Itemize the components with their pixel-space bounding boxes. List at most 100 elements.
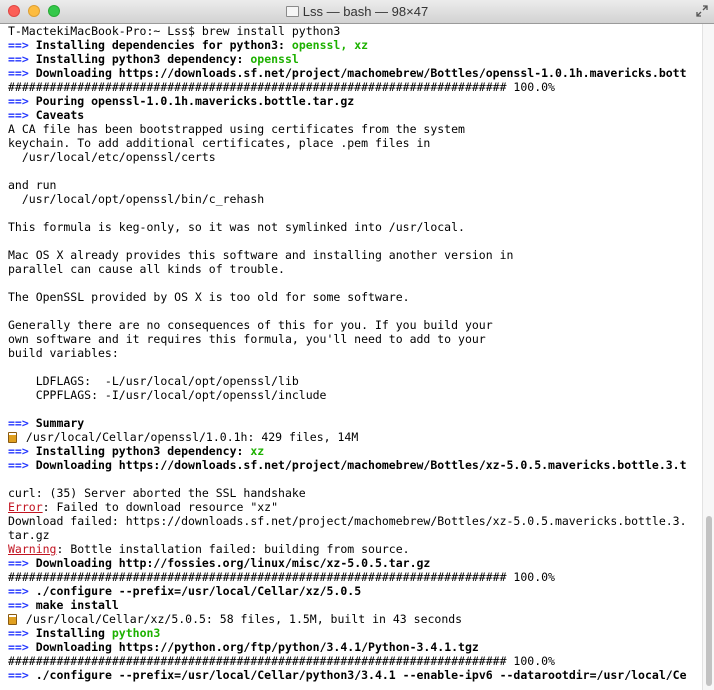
terminal-line: Download failed: https://downloads.sf.ne… xyxy=(8,514,702,528)
line-text: Installing python3 dependency: xyxy=(28,444,251,458)
terminal-output[interactable]: T-MactekiMacBook-Pro:~ Lss$ brew install… xyxy=(0,24,702,690)
line-text: ########################################… xyxy=(8,80,555,94)
beer-mug-icon xyxy=(8,432,17,443)
line-text: Summary xyxy=(28,416,85,430)
line-text: own software and it requires this formul… xyxy=(8,332,486,346)
terminal-line: ==> Installing python3 xyxy=(8,626,702,640)
terminal-line: ########################################… xyxy=(8,654,702,668)
prompt-arrow: ==> xyxy=(8,444,29,458)
prompt-arrow: ==> xyxy=(8,38,29,52)
line-text: tar.gz xyxy=(8,528,50,542)
line-text: openssl, xz xyxy=(291,38,369,52)
terminal-line: ==> Installing dependencies for python3:… xyxy=(8,38,702,52)
terminal-line: curl: (35) Server aborted the SSL handsh… xyxy=(8,486,702,500)
line-text: : Failed to download resource "xz" xyxy=(42,500,279,514)
terminal-line: ==> Downloading https://downloads.sf.net… xyxy=(8,66,702,80)
line-text: ########################################… xyxy=(8,654,555,668)
line-text: keychain. To add additional certificates… xyxy=(8,136,431,150)
terminal-line: build variables: xyxy=(8,346,702,360)
line-text: Mac OS X already provides this software … xyxy=(8,248,514,262)
prompt-arrow: ==> xyxy=(8,584,29,598)
line-text: The OpenSSL provided by OS X is too old … xyxy=(8,290,410,304)
line-text: and run xyxy=(8,178,57,192)
line-text: parallel can cause all kinds of trouble. xyxy=(8,262,285,276)
terminal-line: ########################################… xyxy=(8,570,702,584)
line-text: A CA file has been bootstrapped using ce… xyxy=(8,122,465,136)
prompt-arrow: ==> xyxy=(8,458,29,472)
prompt-arrow: ==> xyxy=(8,598,29,612)
terminal-line: A CA file has been bootstrapped using ce… xyxy=(8,122,702,136)
terminal-line: ==> Downloading http://fossies.org/linux… xyxy=(8,556,702,570)
terminal-line: tar.gz xyxy=(8,528,702,542)
line-text: Downloading https://downloads.sf.net/pro… xyxy=(28,66,687,80)
prompt-arrow: ==> xyxy=(8,66,29,80)
line-text: /usr/local/Cellar/xz/5.0.5: 58 files, 1.… xyxy=(19,612,463,626)
terminal-line: ==> ./configure --prefix=/usr/local/Cell… xyxy=(8,668,702,682)
window-title: Lss — bash — 98×47 xyxy=(0,4,714,19)
terminal-line: and run xyxy=(8,178,702,192)
terminal-line: ==> Installing python3 dependency: xz xyxy=(8,444,702,458)
line-text: ./configure --prefix=/usr/local/Cellar/x… xyxy=(28,584,362,598)
line-text: ./configure --prefix=/usr/local/Cellar/p… xyxy=(28,668,687,682)
error-label: Error xyxy=(8,500,43,514)
line-text: make install xyxy=(28,598,119,612)
terminal-line: ==> Downloading https://downloads.sf.net… xyxy=(8,458,702,472)
terminal-line: ########################################… xyxy=(8,80,702,94)
terminal-line: own software and it requires this formul… xyxy=(8,332,702,346)
terminal-line: ==> Pouring openssl-1.0.1h.mavericks.bot… xyxy=(8,94,702,108)
terminal-line: /usr/local/etc/openssl/certs xyxy=(8,150,702,164)
terminal-line: T-MactekiMacBook-Pro:~ Lss$ brew install… xyxy=(8,24,702,38)
line-text: curl: (35) Server aborted the SSL handsh… xyxy=(8,486,306,500)
line-text: Downloading https://downloads.sf.net/pro… xyxy=(28,458,687,472)
line-text: Download failed: https://downloads.sf.ne… xyxy=(8,514,687,528)
line-text: Downloading http://fossies.org/linux/mis… xyxy=(28,556,431,570)
terminal-line: /usr/local/Cellar/xz/5.0.5: 58 files, 1.… xyxy=(8,612,702,626)
line-text: /usr/local/etc/openssl/certs xyxy=(8,150,216,164)
terminal-line: Warning: Bottle installation failed: bui… xyxy=(8,542,702,556)
line-text: LDFLAGS: -L/usr/local/opt/openssl/lib xyxy=(8,374,299,388)
terminal-line: ==> Downloading https://python.org/ftp/p… xyxy=(8,640,702,654)
prompt-arrow: ==> xyxy=(8,556,29,570)
vertical-scrollbar[interactable] xyxy=(702,24,714,690)
home-folder-icon xyxy=(285,6,299,17)
terminal-window: Lss — bash — 98×47 T-MactekiMacBook-Pro:… xyxy=(0,0,714,690)
line-text: Installing python3 dependency: xyxy=(28,52,251,66)
line-text: Installing dependencies for python3: xyxy=(28,38,292,52)
title-bar[interactable]: Lss — bash — 98×47 xyxy=(0,0,714,24)
terminal-line: ==> Summary xyxy=(8,416,702,430)
line-text: : Bottle installation failed: building f… xyxy=(56,542,410,556)
prompt-arrow: ==> xyxy=(8,416,29,430)
error-label: Warning xyxy=(8,542,57,556)
line-text: Generally there are no consequences of t… xyxy=(8,318,493,332)
scrollbar-thumb[interactable] xyxy=(706,516,712,686)
terminal-line: ==> Installing python3 dependency: opens… xyxy=(8,52,702,66)
prompt-arrow: ==> xyxy=(8,640,29,654)
line-text: T-MactekiMacBook-Pro:~ Lss$ brew install… xyxy=(8,24,341,38)
prompt-arrow: ==> xyxy=(8,52,29,66)
terminal-line: ==> make install xyxy=(8,598,702,612)
terminal-line: ==> ./configure --prefix=/usr/local/Cell… xyxy=(8,584,702,598)
line-text: This formula is keg-only, so it was not … xyxy=(8,220,465,234)
fullscreen-icon[interactable] xyxy=(696,5,708,17)
beer-mug-icon xyxy=(8,614,17,625)
prompt-arrow: ==> xyxy=(8,108,29,122)
terminal-line: /usr/local/Cellar/openssl/1.0.1h: 429 fi… xyxy=(8,430,702,444)
line-text: Downloading https://python.org/ftp/pytho… xyxy=(28,640,479,654)
line-text: xz xyxy=(250,444,265,458)
terminal-line: Error: Failed to download resource "xz" xyxy=(8,500,702,514)
terminal-line: Generally there are no consequences of t… xyxy=(8,318,702,332)
line-text: Caveats xyxy=(28,108,85,122)
terminal-line: ==> Caveats xyxy=(8,108,702,122)
terminal-line: LDFLAGS: -L/usr/local/opt/openssl/lib xyxy=(8,374,702,388)
terminal-line: Mac OS X already provides this software … xyxy=(8,248,702,262)
line-text: Installing xyxy=(28,626,112,640)
terminal-line: parallel can cause all kinds of trouble. xyxy=(8,262,702,276)
